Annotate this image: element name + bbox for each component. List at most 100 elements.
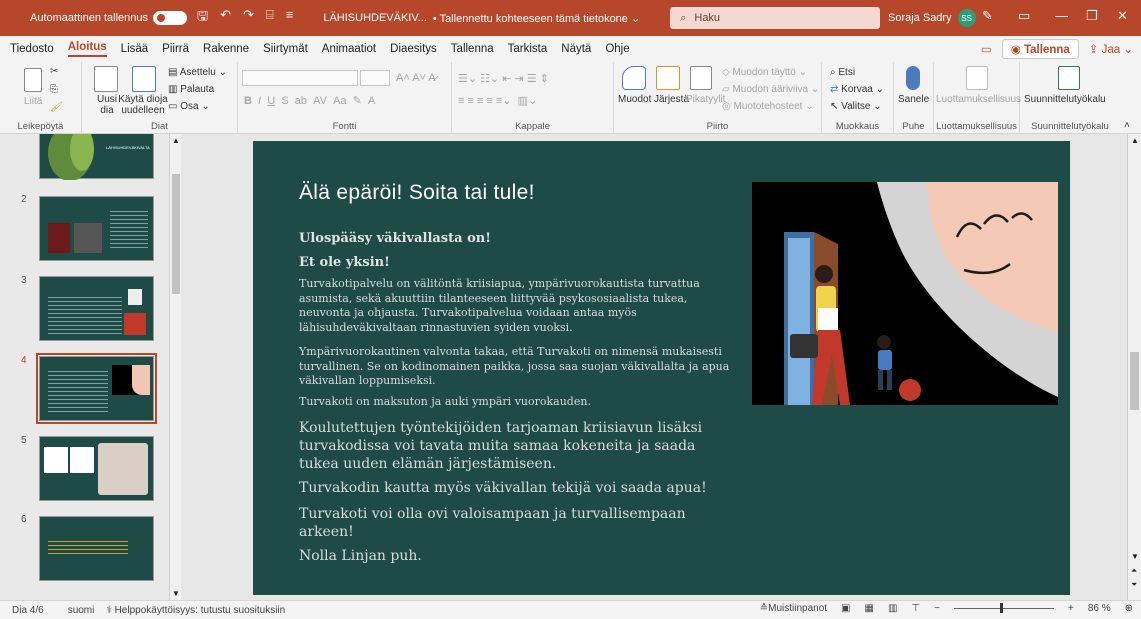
tab-file[interactable]: Tiedosto xyxy=(10,43,54,55)
slide-paragraph-5[interactable]: Turvakodin kautta myös väkivallan tekijä… xyxy=(299,479,739,497)
save-icon[interactable]: 🖫 xyxy=(197,7,208,29)
zoom-out-icon[interactable]: − xyxy=(934,603,940,614)
tab-help[interactable]: Ohje xyxy=(605,43,629,55)
arrange-label[interactable]: Järjestä xyxy=(654,94,689,105)
tab-transitions[interactable]: Siirtymät xyxy=(263,43,308,55)
paste-label[interactable]: Liitä xyxy=(24,96,42,107)
format-painter-icon[interactable]: 🖌 xyxy=(50,102,63,113)
designer-icon[interactable] xyxy=(1058,66,1080,90)
copy-icon[interactable]: ⎘ xyxy=(50,84,58,95)
next-slide-icon[interactable]: ⏷ xyxy=(1131,580,1137,590)
select-button[interactable]: ↖ Valitse ⌄ xyxy=(830,101,882,112)
avatar[interactable]: SS xyxy=(957,9,976,27)
tab-animations[interactable]: Animaatiot xyxy=(322,43,376,55)
slide-paragraph-1[interactable]: Turvakotipalvelu on välitöntä kriisiapua… xyxy=(299,277,739,335)
restore-icon[interactable]: ❐ xyxy=(1086,8,1098,24)
slide-sorter-icon[interactable]: ▦ xyxy=(865,603,874,614)
autosave-toggle[interactable] xyxy=(153,11,188,25)
font-size-combo[interactable] xyxy=(360,70,390,86)
shape-effects-button[interactable]: ◎ Muototehosteet ⌄ xyxy=(722,101,814,112)
comments-icon[interactable]: ▭ xyxy=(981,42,992,56)
reuse-slides-icon[interactable] xyxy=(132,66,156,92)
tab-view[interactable]: Näytä xyxy=(561,43,591,55)
minimize-icon[interactable]: — xyxy=(1055,8,1068,23)
close-icon[interactable]: ✕ xyxy=(1117,8,1128,24)
reset-button[interactable]: ▥ Palauta xyxy=(168,84,214,95)
tab-draw[interactable]: Piirrä xyxy=(162,43,189,55)
microphone-icon[interactable] xyxy=(906,66,920,90)
pen-icon[interactable]: ✎ xyxy=(982,8,993,24)
undo-icon[interactable]: ↶ xyxy=(220,7,231,29)
current-slide[interactable]: Älä epäröi! Soita tai tule! Ulospääsy vä… xyxy=(253,141,1070,595)
quick-styles-icon[interactable] xyxy=(690,66,712,90)
tab-slideshow[interactable]: Diaesitys xyxy=(390,43,437,55)
section-button[interactable]: ▭ Osa ⌄ xyxy=(168,101,210,112)
shape-outline-button[interactable]: ▱ Muodon ääriviiva ⌄ xyxy=(722,84,819,95)
slide-paragraph-4[interactable]: Koulutettujen työntekijöiden tarjoaman k… xyxy=(299,419,739,473)
present-icon[interactable]: ⌸ xyxy=(266,7,274,29)
search-box[interactable]: ⌕ Haku xyxy=(670,7,881,29)
tab-design[interactable]: Rakenne xyxy=(203,43,249,55)
slide-paragraph-7[interactable]: Nolla Linjan puh. xyxy=(299,547,739,565)
editor-scroll-up-icon[interactable]: ▲ xyxy=(1131,136,1139,145)
fit-slide-icon[interactable]: ⊕ xyxy=(1125,603,1133,614)
font-format-icons[interactable]: B I U S ab AV Aa ✎ A xyxy=(244,94,375,107)
slideshow-view-icon[interactable]: ⊤ xyxy=(911,603,920,614)
layout-button[interactable]: ▤ Asettelu ⌄ xyxy=(168,67,227,78)
customize-icon[interactable]: ≡ xyxy=(286,7,294,29)
sensitivity-icon[interactable] xyxy=(966,66,988,90)
redo-icon[interactable]: ↷ xyxy=(243,7,254,29)
slide-paragraph-3[interactable]: Turvakoti on maksuton ja auki ympäri vuo… xyxy=(299,395,739,410)
shapes-label[interactable]: Muodot xyxy=(618,94,651,105)
accessibility-button[interactable]: ⚕ Helppokäyttöisyys: tutustu suosituksii… xyxy=(106,605,285,616)
tab-record[interactable]: Tallenna xyxy=(451,43,494,55)
thumbnail-slide-6[interactable] xyxy=(39,516,154,581)
zoom-slider[interactable] xyxy=(953,603,1054,613)
tab-review[interactable]: Tarkista xyxy=(508,43,548,55)
thumbnail-slide-1[interactable]: LÄHISUHDEVÄKIVALTA xyxy=(39,134,154,181)
scroll-up-icon[interactable]: ▲ xyxy=(172,136,180,145)
shape-fill-button[interactable]: ◇ Muodon täyttö ⌄ xyxy=(722,67,807,78)
ribbon-display-icon[interactable]: ▭ xyxy=(1018,8,1030,24)
previous-slide-icon[interactable]: ⏶ xyxy=(1131,566,1137,576)
editor-scroll-thumb[interactable] xyxy=(1130,352,1139,410)
quick-styles-label[interactable]: Pikatyylit xyxy=(686,94,725,105)
tab-insert[interactable]: Lisää xyxy=(121,43,149,55)
shapes-icon[interactable] xyxy=(622,66,646,90)
record-button[interactable]: ◉ Tallenna xyxy=(1001,39,1079,59)
document-title[interactable]: LÄHISUHDEVÄKIV... • Tallennettu kohteese… xyxy=(323,12,640,25)
designer-button[interactable]: Suunnittelutyökalu xyxy=(1024,94,1106,105)
collapse-ribbon-icon[interactable]: ˄ xyxy=(1124,120,1130,131)
reading-view-icon[interactable]: ▥ xyxy=(888,603,897,614)
editor-scroll-down-icon[interactable]: ▼ xyxy=(1131,552,1139,561)
notes-button[interactable]: ≙Muistiinpanot xyxy=(760,603,827,614)
thumbnail-scroll-thumb[interactable] xyxy=(172,174,180,294)
list-icons[interactable]: ☰⌄ ☷⌄ ⇤ ⇥ ☰ ⇕ xyxy=(458,72,549,85)
font-grow-shrink-icon[interactable]: A˄ A˅ A̷ xyxy=(396,72,436,84)
arrange-icon[interactable] xyxy=(656,66,680,90)
tab-home[interactable]: Aloitus xyxy=(67,41,107,57)
share-button[interactable]: ⇪ Jaa ⌄ xyxy=(1089,42,1133,56)
thumbnail-slide-2[interactable] xyxy=(39,196,154,261)
scroll-down-icon[interactable]: ▼ xyxy=(172,589,180,598)
autosave-control[interactable]: Automaattinen tallennus xyxy=(30,11,188,25)
new-slide-icon[interactable] xyxy=(94,66,118,92)
replace-button[interactable]: ⇄ Korvaa ⌄ xyxy=(830,84,884,95)
sensitivity-button[interactable]: Luottamuksellisuus xyxy=(936,94,1021,105)
slide-illustration[interactable] xyxy=(752,182,1058,405)
font-name-combo[interactable] xyxy=(242,70,358,86)
find-button[interactable]: ⌕ Etsi xyxy=(830,67,855,78)
slide-paragraph-6[interactable]: Turvakoti voi olla ovi valoisampaan ja t… xyxy=(299,505,739,541)
thumbnail-slide-4[interactable] xyxy=(36,353,157,424)
cut-icon[interactable]: ✂ xyxy=(50,66,58,77)
thumbnail-slide-5[interactable] xyxy=(39,436,154,501)
slide-heading-1[interactable]: Ulospääsy väkivallasta on! xyxy=(299,231,491,246)
slide-title[interactable]: Älä epäröi! Soita tai tule! xyxy=(299,181,535,205)
reuse-slides-label[interactable]: Käytä dioja uudelleen xyxy=(118,94,168,116)
thumbnail-slide-3[interactable] xyxy=(39,276,154,341)
slide-paragraph-2[interactable]: Ympärivuorokautinen valvonta takaa, että… xyxy=(299,345,739,389)
normal-view-icon[interactable]: ▣ xyxy=(841,603,850,614)
zoom-in-icon[interactable]: + xyxy=(1068,603,1074,614)
zoom-level[interactable]: 86 % xyxy=(1088,603,1111,614)
paste-icon[interactable] xyxy=(24,68,42,92)
